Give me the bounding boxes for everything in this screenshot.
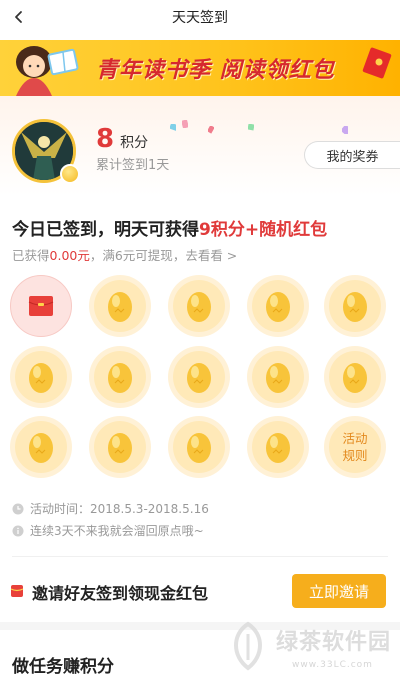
activity-notice: 连续3天不来我就会溜回原点哦~ — [12, 522, 204, 539]
watermark-text: 绿茶软件园 — [276, 630, 392, 655]
red-envelope-icon — [362, 47, 392, 79]
rules-label-line1: 活动 — [342, 431, 368, 446]
activity-notice-text: 连续3天不来我就会溜回原点哦~ — [30, 524, 204, 538]
egg-cell[interactable] — [247, 416, 309, 478]
promo-banner[interactable]: 青年读书季 阅读领红包 — [0, 40, 400, 96]
egg-icon — [108, 292, 132, 322]
confetti-decoration — [208, 126, 214, 134]
red-envelope-icon — [28, 296, 54, 316]
egg-cell[interactable] — [324, 275, 386, 337]
invite-section: 邀请好友签到领现金红包 立即邀请 — [0, 566, 400, 614]
egg-icon — [108, 363, 132, 393]
clock-icon — [12, 503, 24, 514]
egg-cell[interactable] — [247, 275, 309, 337]
my-rewards-button[interactable]: 我的奖券 — [304, 141, 400, 169]
egg-icon — [266, 363, 290, 393]
confetti-decoration — [248, 124, 254, 131]
points-display: 8 积分 — [96, 124, 148, 154]
earned-prefix: 已获得 — [12, 248, 50, 263]
back-button[interactable] — [6, 4, 32, 30]
page-title: 天天签到 — [172, 10, 228, 26]
activity-time: 活动时间：2018.5.3-2018.5.16 — [12, 500, 209, 517]
info-icon — [12, 525, 24, 536]
points-value: 8 — [96, 124, 115, 154]
tasks-section-title: 做任务赚积分 — [12, 657, 114, 677]
watermark-url: www.33LC.com — [292, 660, 373, 670]
today-status: 今日已签到，明天可获得9积分+随机红包 — [12, 215, 327, 240]
red-envelope-icon — [10, 585, 24, 597]
egg-icon — [29, 363, 53, 393]
user-summary: 8 积分 累计签到1天 我的奖券 — [0, 96, 400, 196]
invite-text: 邀请好友签到领现金红包 — [32, 584, 209, 603]
egg-icon — [266, 433, 290, 463]
egg-cell[interactable] — [89, 346, 151, 408]
egg-icon — [29, 433, 53, 463]
egg-cell[interactable] — [324, 346, 386, 408]
earned-amount: 0.00元 — [49, 248, 90, 263]
confetti-decoration — [342, 126, 348, 134]
egg-cell[interactable] — [168, 416, 230, 478]
activity-time-text: 活动时间：2018.5.3-2018.5.16 — [30, 502, 209, 516]
cumulative-sign-in: 累计签到1天 — [96, 158, 170, 173]
tomorrow-reward: 9积分+随机红包 — [199, 220, 328, 240]
earned-view-link[interactable]: ，满6元可提现，去看看 > — [90, 248, 237, 263]
coin-icon — [60, 164, 80, 184]
divider — [12, 556, 388, 557]
egg-cell[interactable] — [168, 346, 230, 408]
activity-rules-label: 活动 规则 — [342, 430, 367, 464]
egg-icon — [108, 433, 132, 463]
egg-icon — [266, 292, 290, 322]
rules-label-line2: 规则 — [342, 448, 368, 463]
egg-cell[interactable] — [10, 416, 72, 478]
sign-in-page: 天天签到 青年读书季 阅读领红包 8 积分 累计签到1天 我的奖券 今日已签到，… — [0, 0, 400, 681]
egg-icon — [187, 433, 211, 463]
reading-girl-illustration — [16, 46, 79, 96]
today-status-prefix: 今日已签到，明天可获得 — [12, 220, 199, 240]
banner-title: 青年读书季 阅读领红包 — [96, 58, 335, 83]
leaf-logo-icon — [234, 621, 262, 671]
egg-cell[interactable] — [89, 416, 151, 478]
back-chevron-icon — [15, 11, 22, 23]
earned-summary: 已获得0.00元，满6元可提现，去看看 > — [12, 245, 237, 264]
confetti-decoration — [182, 120, 188, 128]
day-1-cell[interactable] — [10, 275, 72, 337]
top-nav: 天天签到 — [0, 0, 400, 34]
egg-cell[interactable] — [168, 275, 230, 337]
watermark: 绿茶软件园 www.33LC.com — [226, 618, 396, 678]
egg-icon — [187, 292, 211, 322]
egg-icon — [343, 292, 367, 322]
activity-rules-button[interactable]: 活动 规则 — [324, 416, 386, 478]
egg-cell[interactable] — [247, 346, 309, 408]
egg-cell[interactable] — [10, 346, 72, 408]
points-unit: 积分 — [120, 135, 149, 151]
egg-cell[interactable] — [89, 275, 151, 337]
invite-now-button[interactable]: 立即邀请 — [292, 574, 386, 608]
confetti-decoration — [170, 124, 176, 132]
egg-icon — [187, 363, 211, 393]
egg-icon — [343, 363, 367, 393]
